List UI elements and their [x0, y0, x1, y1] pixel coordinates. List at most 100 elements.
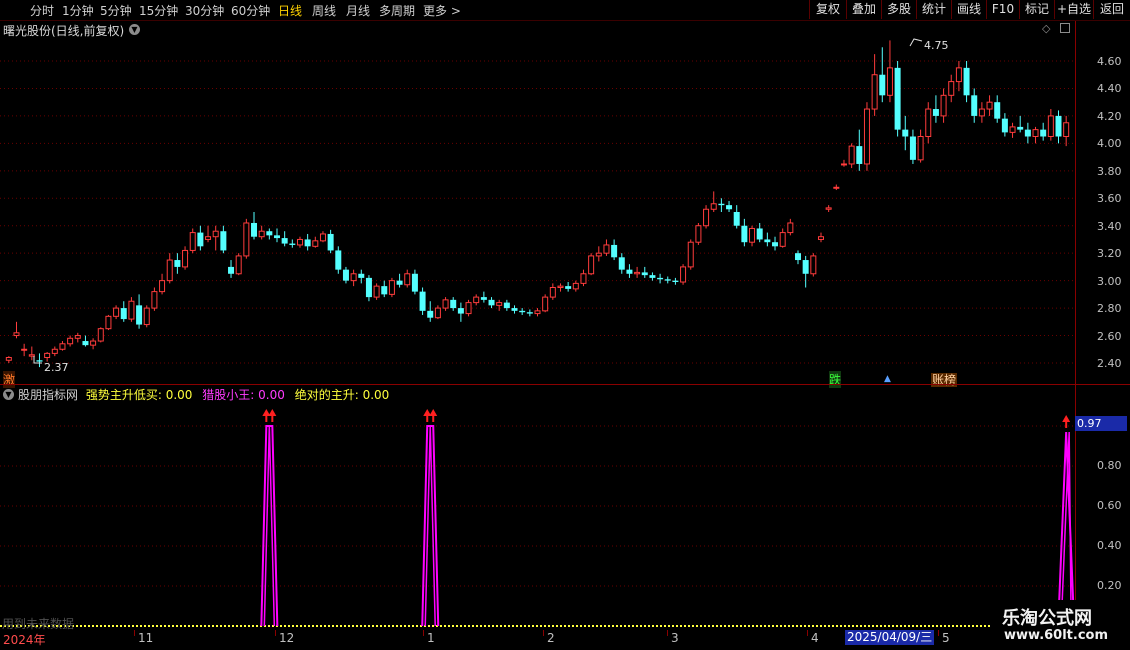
candlestick-chart[interactable] [0, 21, 1075, 631]
candle-body [634, 271, 641, 275]
watermark-url: www.60lt.com [1004, 628, 1109, 643]
period-tab-1min[interactable]: 1分钟 [62, 2, 94, 19]
candle-body [266, 231, 273, 236]
date-label: 11 [138, 631, 154, 645]
candle-body [833, 186, 840, 189]
candle-body [1024, 129, 1031, 137]
candle-body [649, 275, 656, 278]
price-tick: 3.80 [1097, 165, 1122, 178]
indicator-tick: 0.60 [1097, 499, 1122, 512]
panel-divider [0, 384, 1130, 385]
candle-body [342, 269, 349, 281]
candle-body [434, 307, 441, 319]
biaoji-button[interactable]: 标记 [1019, 0, 1054, 19]
candle-body [136, 305, 143, 325]
candle-body [74, 335, 81, 339]
candle-body [971, 95, 978, 116]
candle-body [457, 308, 464, 314]
candle-body [289, 243, 296, 245]
candle-body [657, 277, 664, 280]
period-tab-60min[interactable]: 60分钟 [231, 2, 270, 19]
period-tab-daily[interactable]: 日线 [278, 2, 302, 19]
price-tick: 2.80 [1097, 302, 1122, 315]
candle-body [825, 207, 832, 210]
candle-body [1055, 115, 1062, 137]
price-tick: 4.60 [1097, 55, 1122, 68]
indicator-name: 股朋指标网 [18, 388, 79, 402]
up-arrow-head [268, 409, 277, 416]
candle-body [511, 308, 518, 311]
price-tick: 3.40 [1097, 220, 1122, 233]
candle-body [718, 203, 725, 206]
candle-body [863, 108, 870, 165]
candle-body [319, 233, 326, 242]
back-button[interactable]: 返回 [1093, 0, 1130, 19]
diejia-button[interactable]: 叠加 [846, 0, 881, 19]
candle-body [710, 203, 717, 210]
candle-body [772, 242, 779, 247]
candle-body [67, 337, 74, 345]
indicator-current-value: 0.97 [1075, 416, 1127, 431]
fuquan-button[interactable]: 复权 [809, 0, 846, 19]
candle-body [871, 74, 878, 110]
period-tab-more[interactable]: 更多 > [423, 2, 461, 19]
period-tab-15min[interactable]: 15分钟 [139, 2, 178, 19]
period-tab-5min[interactable]: 5分钟 [100, 2, 132, 19]
candle-body [955, 67, 962, 83]
f10-button[interactable]: F10 [986, 0, 1019, 19]
candle-body [235, 255, 242, 275]
chevron-down-icon[interactable]: ▼ [3, 389, 14, 400]
date-tick [423, 630, 424, 636]
candle-body [182, 249, 189, 268]
period-tab-weekly[interactable]: 周线 [312, 2, 336, 19]
candle-body [932, 109, 939, 116]
period-tab-monthly[interactable]: 月线 [346, 2, 370, 19]
candle-body [588, 255, 595, 275]
watermark-title: 乐淘公式网 [1002, 608, 1092, 629]
date-tick [275, 630, 276, 636]
low-marker [33, 356, 42, 364]
candle-body [251, 222, 258, 237]
price-tick: 3.20 [1097, 247, 1122, 260]
candle-body [151, 291, 158, 309]
period-tab-30min[interactable]: 30分钟 [185, 2, 224, 19]
candle-body [503, 302, 510, 309]
price-tick: 3.60 [1097, 192, 1122, 205]
axis-divider [1075, 21, 1076, 631]
candle-body [1032, 129, 1039, 137]
add-watchlist-button[interactable]: +自选 [1054, 0, 1093, 19]
date-label: 1 [427, 631, 435, 645]
candle-body [189, 232, 196, 251]
candle-body [82, 341, 89, 346]
date-label: 2024年 [3, 633, 46, 647]
candle-body [1001, 118, 1008, 133]
candle-body [13, 332, 20, 337]
candle-body [856, 146, 863, 164]
candle-body [779, 232, 786, 247]
candle-body [909, 136, 916, 160]
huaxian-button[interactable]: 画线 [951, 0, 986, 19]
candle-body [388, 280, 395, 295]
indicator-tick: 0.80 [1097, 459, 1122, 472]
candle-body [795, 253, 802, 261]
candle-body [817, 236, 824, 240]
period-tab-fenshi[interactable]: 分时 [30, 2, 54, 19]
candle-body [21, 348, 28, 351]
candle-body [902, 129, 909, 137]
candle-body [473, 296, 480, 304]
candle-body [381, 286, 388, 295]
tongji-button[interactable]: 统计 [916, 0, 951, 19]
chevron-right-icon: > [450, 4, 461, 18]
candle-body [565, 286, 572, 289]
candle-body [296, 238, 303, 246]
candle-body [810, 255, 817, 275]
period-tab-multi[interactable]: 多周期 [379, 2, 415, 19]
candle-body [733, 212, 740, 226]
price-tick: 4.20 [1097, 110, 1122, 123]
candle-body [59, 343, 66, 350]
candle-body [534, 310, 541, 315]
duogu-button[interactable]: 多股 [881, 0, 916, 19]
candle-body [365, 277, 372, 298]
candle-body [925, 108, 932, 138]
candle-body [358, 273, 365, 278]
